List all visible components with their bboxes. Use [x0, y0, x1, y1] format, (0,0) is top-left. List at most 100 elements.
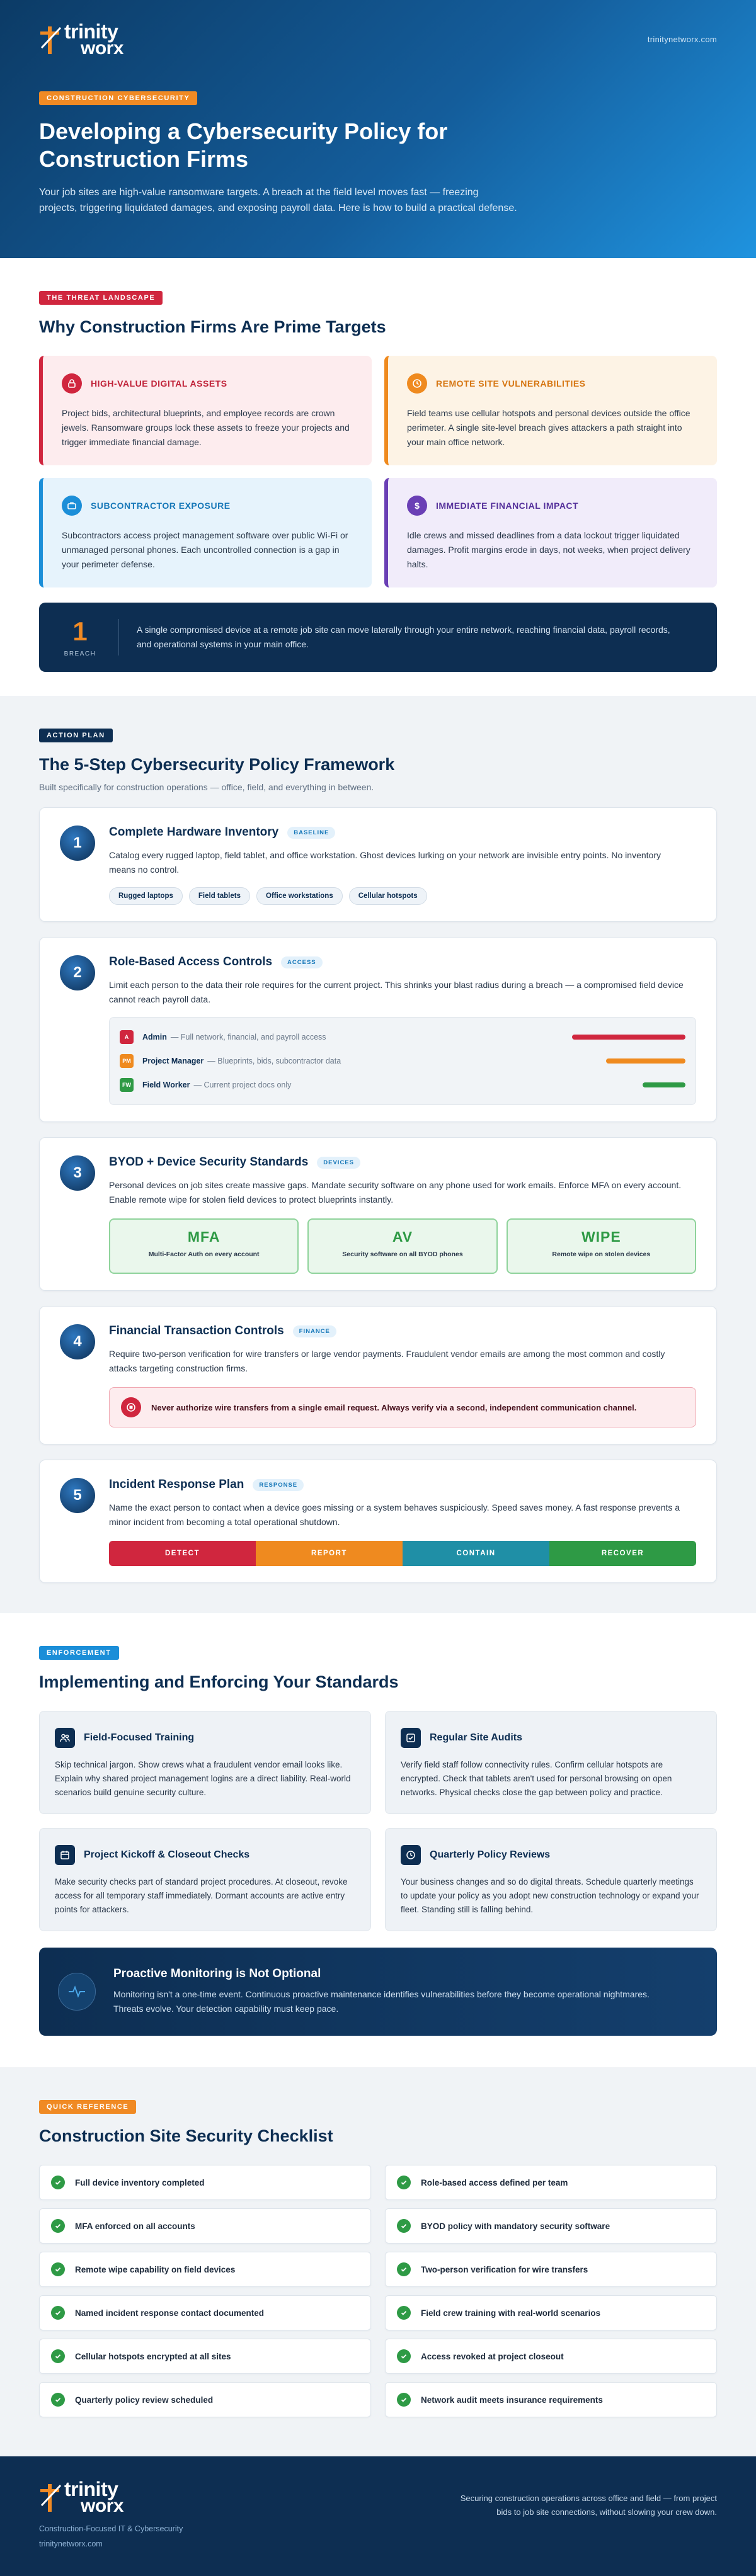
framework-tag: Action Plan	[39, 729, 113, 742]
checklist-title: Construction Site Security Checklist	[39, 2126, 333, 2145]
role-name: Admin	[142, 1033, 167, 1041]
checklist-item-label: Full device inventory completed	[75, 2177, 205, 2187]
device-pill: Rugged laptops	[109, 887, 183, 905]
role-name: Project Manager	[142, 1057, 204, 1065]
threat-card-title: Remote Site Vulnerabilities	[436, 378, 586, 389]
threat-card-text: Idle crews and missed deadlines from a d…	[407, 530, 690, 569]
checklist-item-label: Two-person verification for wire transfe…	[421, 2264, 588, 2274]
enforcement-card-text: Make security checks part of standard pr…	[55, 1877, 348, 1914]
step-card-3: 3 BYOD + Device Security Standards Device…	[39, 1137, 717, 1291]
enforcement-card-audits: Regular Site Audits Verify field staff f…	[385, 1711, 717, 1814]
framework-section: Action Plan The 5-Step Cybersecurity Pol…	[0, 696, 756, 1613]
checkmark-icon	[397, 2393, 411, 2407]
role-row-field-worker: FW Field Worker — Current project docs o…	[120, 1073, 685, 1097]
step-badge: Devices	[317, 1156, 360, 1169]
byod-label: WIPE	[581, 1228, 621, 1245]
breach-number: 1	[72, 616, 88, 646]
byod-wipe-box: WIPE Remote wipe on stolen devices	[506, 1218, 696, 1274]
role-access-bar	[643, 1082, 685, 1087]
checklist-item: MFA enforced on all accounts	[39, 2208, 371, 2244]
step-badge: Response	[253, 1478, 304, 1491]
step-number: 3	[60, 1155, 95, 1191]
flow-step-recover: RECOVER	[549, 1541, 696, 1566]
step-title: Incident Response Plan	[109, 1478, 244, 1491]
breach-label: BREACH	[64, 650, 96, 657]
footer-tagline: Construction-Focused IT & Cybersecurity	[39, 2524, 183, 2533]
enforcement-section: Enforcement Implementing and Enforcing Y…	[0, 1613, 756, 2067]
step-badge: Finance	[292, 1325, 336, 1337]
checkmark-icon	[51, 2349, 65, 2363]
checkmark-icon	[51, 2219, 65, 2233]
checkbox-icon	[401, 1728, 421, 1748]
site-url-link[interactable]: trinitynetworx.com	[648, 35, 717, 44]
checklist-grid: Full device inventory completed Role-bas…	[39, 2165, 717, 2417]
breach-text: A single compromised device at a remote …	[137, 625, 670, 649]
byod-label: AV	[392, 1228, 413, 1245]
enforcement-card-text: Skip technical jargon. Show crews what a…	[55, 1760, 351, 1797]
step-card-1: 1 Complete Hardware Inventory Baseline Ca…	[39, 807, 717, 922]
step-card-5: 5 Incident Response Plan Response Name th…	[39, 1460, 717, 1583]
checklist-item: Named incident response contact document…	[39, 2295, 371, 2330]
threat-section: The Threat Landscape Why Construction Fi…	[0, 258, 756, 672]
checkmark-icon	[397, 2219, 411, 2233]
framework-subtitle: Built specifically for construction oper…	[39, 782, 374, 792]
step-text: Personal devices on job sites create mas…	[109, 1180, 682, 1205]
checklist-item-label: Role-based access defined per team	[421, 2177, 568, 2187]
flow-step-detect: DETECT	[109, 1541, 256, 1566]
threat-tag: The Threat Landscape	[39, 291, 163, 305]
threat-card-digital-assets: High-Value Digital Assets Project bids, …	[39, 356, 372, 465]
checklist-item-label: MFA enforced on all accounts	[75, 2221, 195, 2231]
role-desc: — Full network, financial, and payroll a…	[170, 1033, 326, 1041]
pulse-icon	[58, 1973, 96, 2011]
enforcement-card-training: Field-Focused Training Skip technical ja…	[39, 1711, 371, 1814]
divider	[118, 619, 119, 655]
checklist-item: Cellular hotspots encrypted at all sites	[39, 2339, 371, 2374]
enforcement-card-text: Your business changes and so do digital …	[401, 1877, 699, 1914]
byod-av-box: AV Security software on all BYOD phones	[307, 1218, 498, 1274]
step-title: BYOD + Device Security Standards	[109, 1155, 309, 1169]
step-text: Require two-person verification for wire…	[109, 1349, 665, 1373]
checklist-item-label: Network audit meets insurance requiremen…	[421, 2395, 603, 2405]
checkmark-icon	[51, 2176, 65, 2189]
byod-label: MFA	[187, 1228, 220, 1245]
stop-icon	[121, 1397, 141, 1417]
step-text: Limit each person to the data their role…	[109, 980, 684, 1004]
hero-tag: Construction Cybersecurity	[39, 91, 198, 105]
enforcement-card-title: Regular Site Audits	[430, 1732, 522, 1743]
checklist-item-label: Named incident response contact document…	[75, 2308, 265, 2318]
byod-caption: Security software on all BYOD phones	[342, 1251, 463, 1258]
framework-title: The 5-Step Cybersecurity Policy Framewor…	[39, 755, 395, 774]
threat-title: Why Construction Firms Are Prime Targets	[39, 317, 386, 336]
role-desc: — Current project docs only	[193, 1081, 292, 1089]
checklist-item-label: Quarterly policy review scheduled	[75, 2395, 214, 2405]
lock-icon	[62, 373, 82, 394]
enforcement-card-reviews: Quarterly Policy Reviews Your business c…	[385, 1828, 717, 1931]
threat-card-title: High-Value Digital Assets	[91, 378, 227, 389]
role-desc: — Blueprints, bids, subcontractor data	[207, 1057, 341, 1065]
monitoring-title: Proactive Monitoring is Not Optional	[113, 1967, 321, 1980]
checklist-item: Two-person verification for wire transfe…	[385, 2252, 717, 2287]
checklist-tag: Quick Reference	[39, 2100, 137, 2114]
checkmark-icon	[397, 2306, 411, 2320]
brand-logo[interactable]: trinity worx	[39, 21, 124, 58]
checkmark-icon	[397, 2349, 411, 2363]
checkmark-icon	[51, 2262, 65, 2276]
logo-line2: worx	[81, 2495, 124, 2516]
checklist-item: BYOD policy with mandatory security soft…	[385, 2208, 717, 2244]
monitoring-callout: Proactive Monitoring is Not Optional Mon…	[39, 1948, 717, 2036]
clock-icon	[407, 373, 427, 394]
role-row-admin: A Admin — Full network, financial, and p…	[120, 1025, 685, 1049]
step-title: Role-Based Access Controls	[109, 955, 273, 968]
enforcement-card-title: Project Kickoff & Closeout Checks	[84, 1849, 250, 1860]
footer-url-link[interactable]: trinitynetworx.com	[39, 2539, 183, 2548]
footer: trinity worx Construction-Focused IT & C…	[0, 2456, 756, 2576]
footer-logo[interactable]: trinity worx	[39, 2479, 183, 2516]
step-badge: Baseline	[287, 826, 336, 839]
checklist-item-label: Field crew training with real-world scen…	[421, 2308, 601, 2318]
monitoring-text: Monitoring isn't a one-time event. Conti…	[113, 1989, 650, 2014]
enforcement-tag: Enforcement	[39, 1646, 119, 1660]
threat-card-remote-sites: Remote Site Vulnerabilities Field teams …	[384, 356, 717, 465]
flow-step-contain: CONTAIN	[403, 1541, 549, 1566]
step-number: 4	[60, 1324, 95, 1359]
role-row-project-manager: PM Project Manager — Blueprints, bids, s…	[120, 1049, 685, 1073]
